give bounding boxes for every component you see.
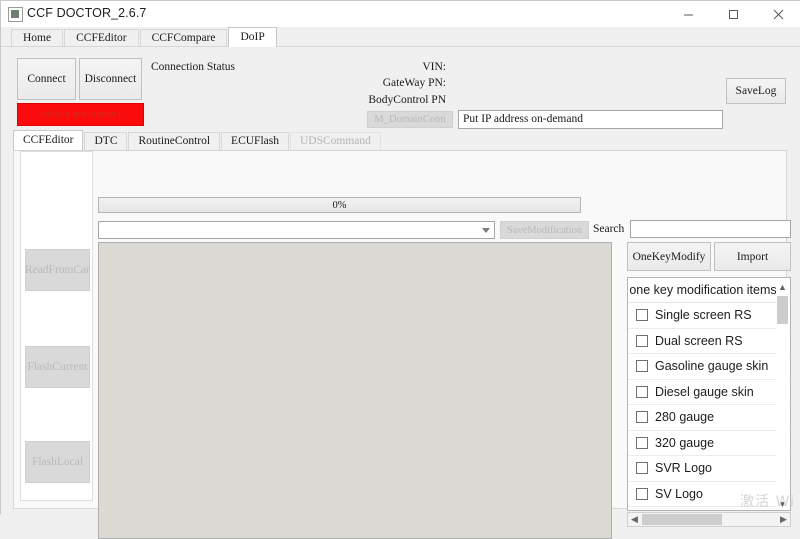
title-bar: CCF DOCTOR_2.6.7 xyxy=(1,1,800,28)
modification-items-list: one key modification items Single screen… xyxy=(627,277,791,511)
import-button[interactable]: Import xyxy=(714,242,791,271)
read-from-car-button[interactable]: ReadFromCar xyxy=(25,249,90,291)
checkbox-icon[interactable] xyxy=(636,309,648,321)
list-item[interactable]: Diesel gauge skin xyxy=(628,380,790,406)
window-title: CCF DOCTOR_2.6.7 xyxy=(27,6,146,20)
ccfeditor-content: ReadFromCar FlashCurrent FlashLocal 0% S… xyxy=(13,151,787,509)
ccf-data-panel[interactable] xyxy=(98,242,612,539)
application-window: CCF DOCTOR_2.6.7 Home CCFEditor CCFCompa… xyxy=(0,0,800,514)
minimize-icon[interactable] xyxy=(666,1,711,27)
subtab-udscommand: UDSCommand xyxy=(290,132,381,150)
vertical-scroll-thumb[interactable] xyxy=(777,296,788,324)
subtab-dtc[interactable]: DTC xyxy=(84,132,127,150)
scroll-left-icon[interactable]: ◀ xyxy=(628,513,641,526)
tab-home[interactable]: Home xyxy=(11,29,63,47)
doip-panel: Connect Disconnect Connection Status veh… xyxy=(1,47,800,514)
m-domain-conn-button[interactable]: M_DomainConn xyxy=(367,111,453,128)
bodycontrol-pn-label: BodyControl PN xyxy=(331,94,446,106)
checkbox-icon[interactable] xyxy=(636,335,648,347)
modification-list-header: one key modification items xyxy=(628,278,790,303)
vin-label: VIN: xyxy=(331,61,446,73)
list-item-label: SV Logo xyxy=(655,487,703,501)
scroll-up-icon[interactable]: ▲ xyxy=(776,279,789,294)
tab-ccfcompare[interactable]: CCFCompare xyxy=(140,29,228,47)
savelog-button[interactable]: SaveLog xyxy=(726,78,786,104)
gateway-pn-label: GateWay PN: xyxy=(331,77,446,89)
checkbox-icon[interactable] xyxy=(636,386,648,398)
list-item[interactable]: 280 gauge xyxy=(628,405,790,431)
disconnect-button[interactable]: Disconnect xyxy=(79,58,142,100)
ip-address-input[interactable]: Put IP address on-demand xyxy=(458,110,723,129)
subtab-ccfeditor[interactable]: CCFEditor xyxy=(13,130,83,150)
flash-local-button[interactable]: FlashLocal xyxy=(25,441,90,483)
list-item-label: Dual screen RS xyxy=(655,334,743,348)
maximize-icon[interactable] xyxy=(711,1,756,27)
save-modification-button[interactable]: SaveModification xyxy=(500,221,589,239)
app-icon xyxy=(8,7,23,22)
scroll-right-icon[interactable]: ▶ xyxy=(777,513,790,526)
list-horizontal-scrollbar[interactable]: ◀ ▶ xyxy=(627,512,791,527)
horizontal-scroll-thumb[interactable] xyxy=(642,514,722,525)
connection-status-label: Connection Status xyxy=(151,61,235,73)
subtab-ecuflash[interactable]: ECUFlash xyxy=(221,132,289,150)
main-tab-strip: Home CCFEditor CCFCompare DoIP xyxy=(1,27,800,47)
list-item-label: Gasoline gauge skin xyxy=(655,359,768,373)
checkbox-icon[interactable] xyxy=(636,411,648,423)
list-item[interactable]: Gasoline gauge skin xyxy=(628,354,790,380)
checkbox-icon[interactable] xyxy=(636,462,648,474)
list-item[interactable]: Single screen RS xyxy=(628,303,790,329)
subtab-routinecontrol[interactable]: RoutineControl xyxy=(128,132,220,150)
tab-doip[interactable]: DoIP xyxy=(228,27,276,47)
ccf-select-dropdown[interactable] xyxy=(98,221,495,239)
checkbox-icon[interactable] xyxy=(636,437,648,449)
list-item-label: Diesel gauge skin xyxy=(655,385,754,399)
close-icon[interactable] xyxy=(756,1,800,27)
vehicle-status-banner: vehicle not connect xyxy=(17,103,144,126)
search-input[interactable] xyxy=(630,220,791,238)
checkbox-icon[interactable] xyxy=(636,488,648,500)
flash-current-button[interactable]: FlashCurrent xyxy=(25,346,90,388)
checkbox-icon[interactable] xyxy=(636,360,648,372)
list-item-label: 280 gauge xyxy=(655,410,714,424)
list-item[interactable]: Dual screen RS xyxy=(628,329,790,355)
list-item-label: 320 gauge xyxy=(655,436,714,450)
list-item[interactable]: SVR Logo xyxy=(628,456,790,482)
progress-bar: 0% xyxy=(98,197,581,213)
window-controls xyxy=(666,1,800,27)
list-item[interactable]: 320 gauge xyxy=(628,431,790,457)
tab-ccfeditor[interactable]: CCFEditor xyxy=(64,29,138,47)
list-item-label: Single screen RS xyxy=(655,308,752,322)
list-vertical-scrollbar[interactable]: ▲ ▼ xyxy=(776,279,789,511)
connect-button[interactable]: Connect xyxy=(17,58,76,100)
chevron-down-icon xyxy=(482,228,490,233)
list-item-label: SVR Logo xyxy=(655,461,712,475)
sub-tab-strip: CCFEditor DTC RoutineControl ECUFlash UD… xyxy=(13,131,382,150)
windows-activation-watermark: 激活 Wi xyxy=(740,491,795,511)
one-key-modify-button[interactable]: OneKeyModify xyxy=(627,242,711,271)
search-label: Search xyxy=(593,223,624,235)
